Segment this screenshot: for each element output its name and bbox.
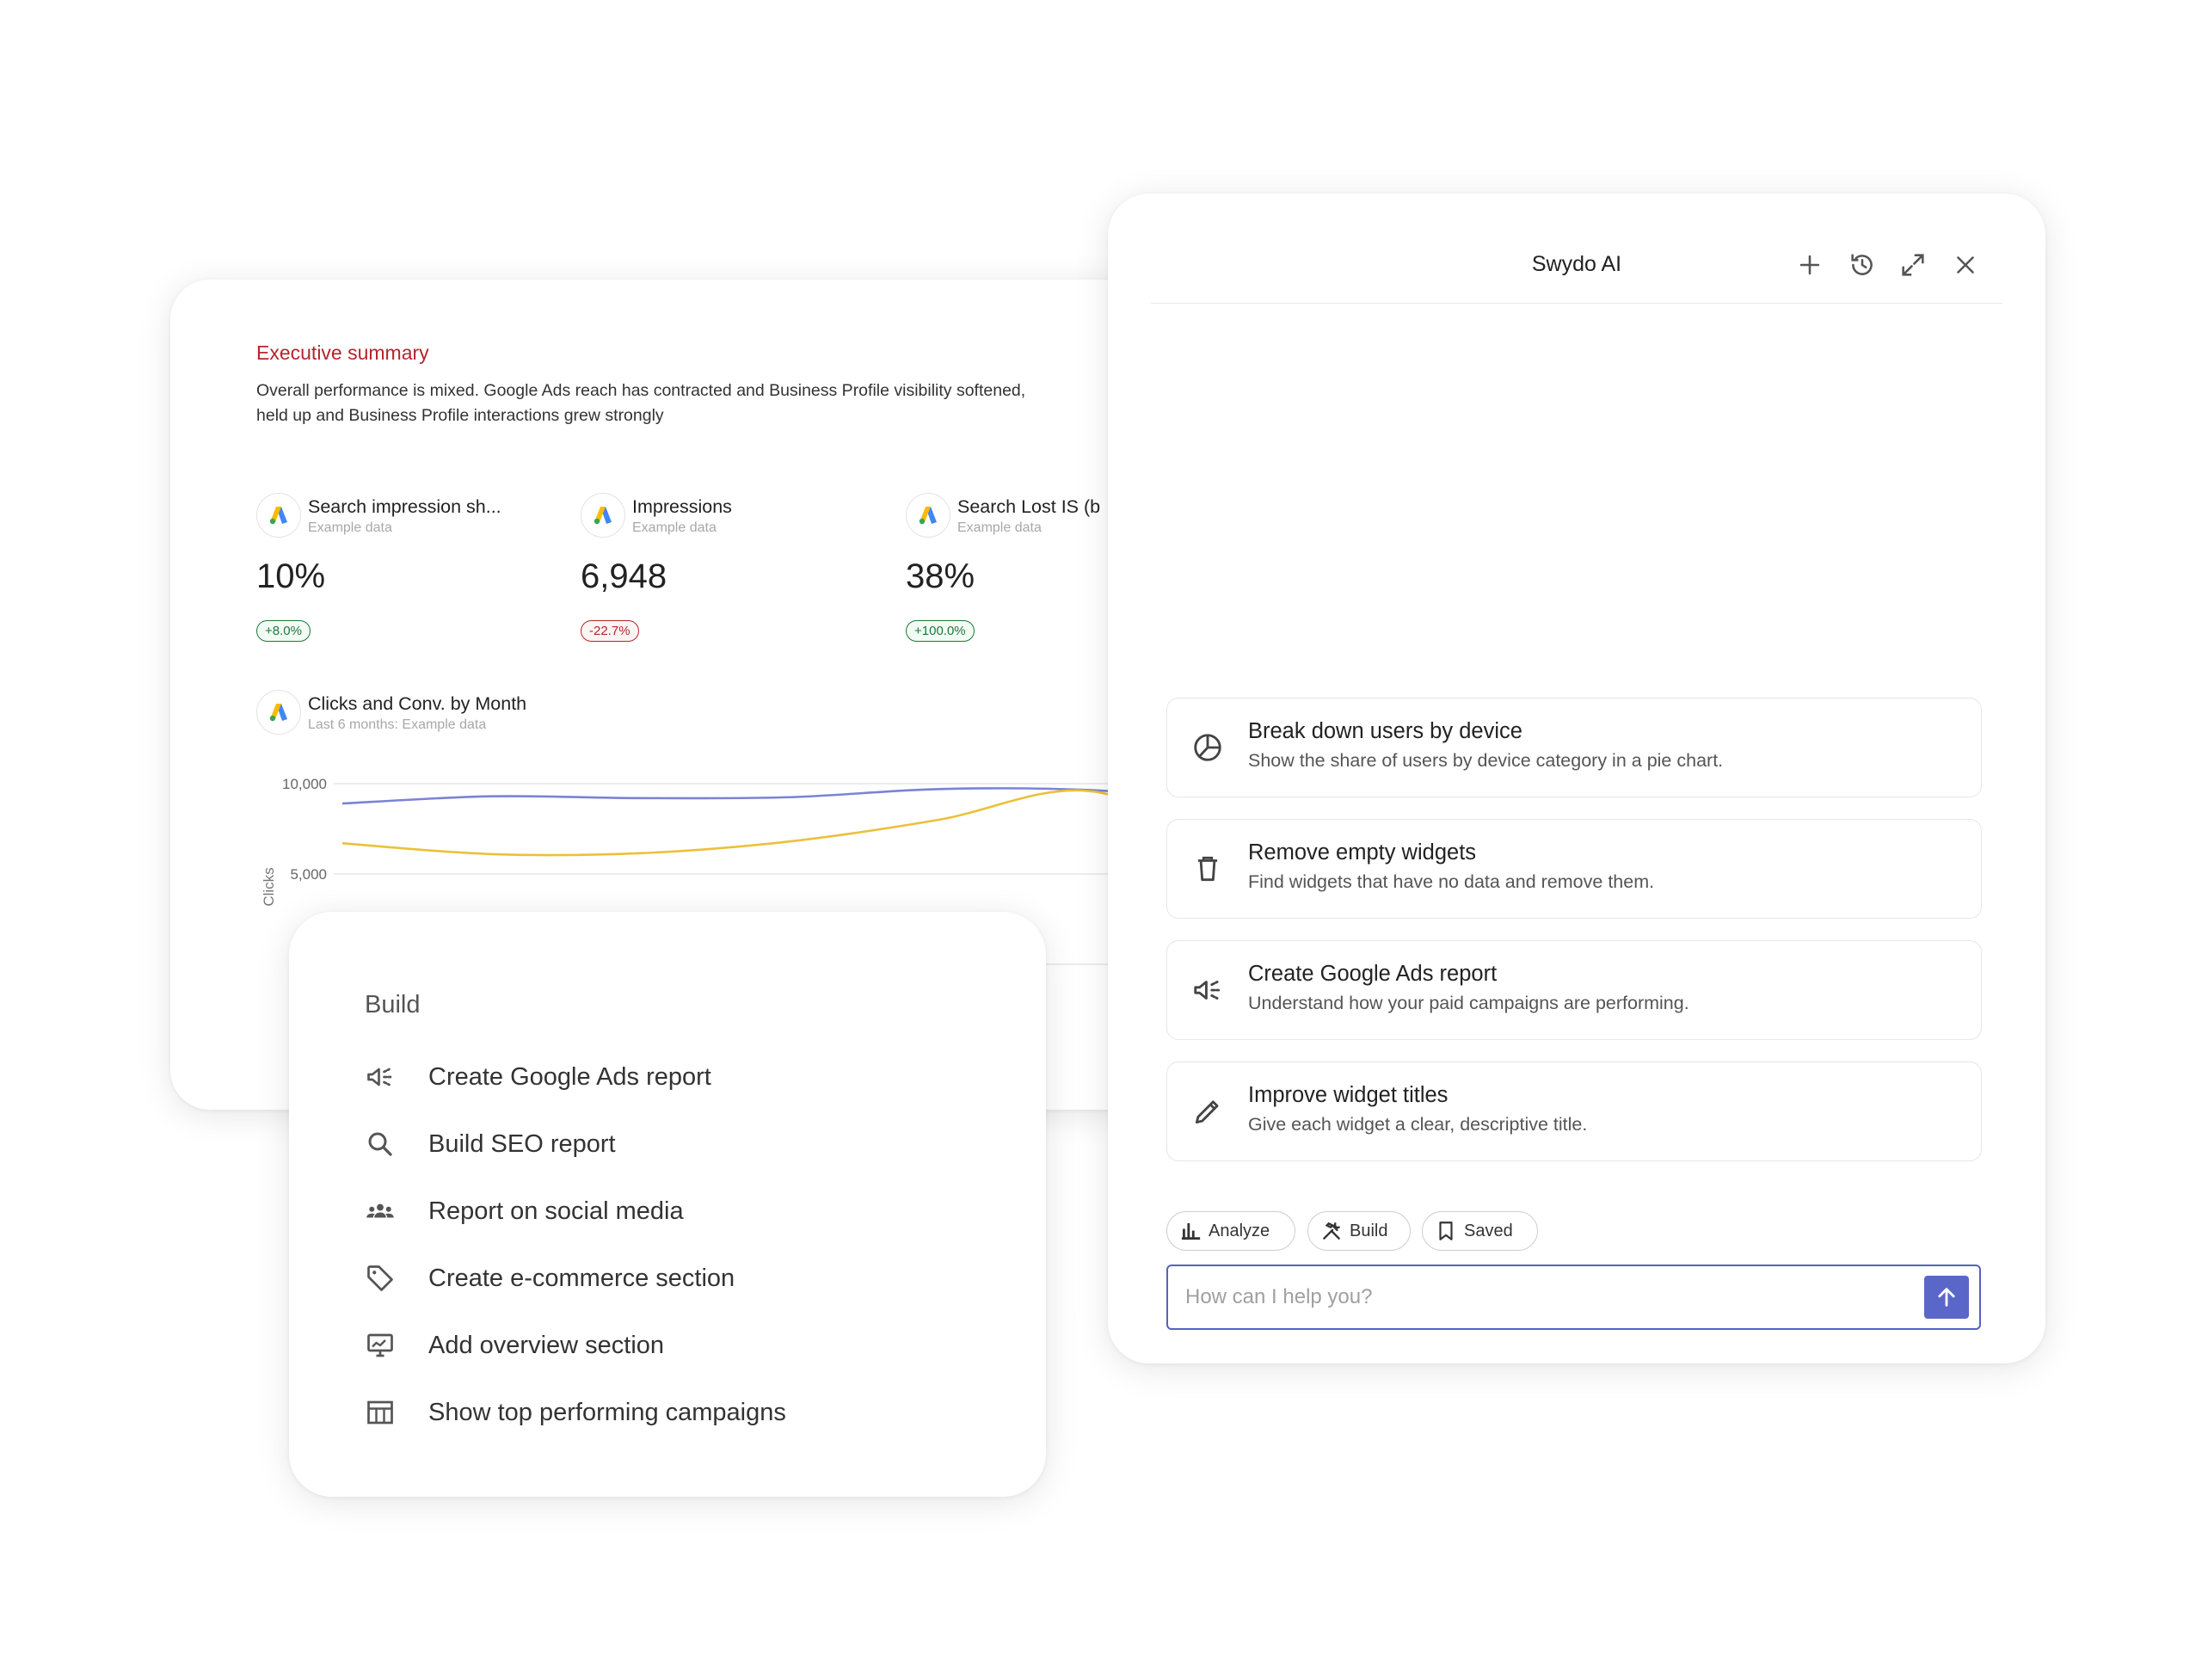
ai-header-divider — [1151, 303, 2002, 304]
metric-name: Search Lost IS (b — [957, 496, 1101, 517]
suggestion-improve-widget-titles[interactable]: Improve widget titles Give each widget a… — [1166, 1062, 1982, 1161]
metric-value: 38% — [906, 557, 975, 595]
suggestion-remove-empty-widgets[interactable]: Remove empty widgets Find widgets that h… — [1166, 819, 1982, 919]
suggestion-create-google-ads-report[interactable]: Create Google Ads report Understand how … — [1166, 940, 1982, 1040]
metric-value: 6,948 — [581, 557, 667, 595]
build-item-social-media[interactable]: Report on social media — [365, 1185, 967, 1237]
build-item-seo-report[interactable]: Build SEO report — [365, 1118, 967, 1170]
suggestion-description: Give each widget a clear, descriptive ti… — [1248, 1114, 1588, 1135]
chart-title: Clicks and Conv. by Month — [308, 693, 527, 714]
build-item-overview-section[interactable]: Add overview section — [365, 1320, 967, 1371]
executive-summary-line-1: Overall performance is mixed. Google Ads… — [256, 381, 1026, 400]
build-menu-card: Build Create Google Ads report Build SEO… — [289, 912, 1046, 1497]
metric-name: Impressions — [632, 496, 732, 517]
build-item-label: Show top performing campaigns — [428, 1399, 786, 1426]
chip-analyze[interactable]: Analyze — [1166, 1211, 1295, 1251]
executive-summary-title: Executive summary — [256, 342, 429, 364]
people-icon — [366, 1203, 394, 1218]
suggestion-title: Create Google Ads report — [1248, 962, 1498, 986]
suggestion-description: Find widgets that have no data and remov… — [1248, 871, 1655, 892]
tag-icon — [367, 1265, 393, 1291]
suggestion-title: Remove empty widgets — [1248, 840, 1477, 865]
suggestion-title: Break down users by device — [1248, 719, 1522, 743]
metric-value: 10% — [256, 557, 326, 595]
google-ads-logo-icon — [906, 493, 950, 538]
metric-change-badge: -22.7% — [581, 620, 639, 642]
chip-label: Saved — [1464, 1222, 1513, 1240]
megaphone-icon — [1194, 981, 1221, 1000]
close-icon[interactable] — [1951, 250, 1980, 280]
ai-prompt-input[interactable] — [1184, 1280, 1875, 1314]
build-item-label: Add overview section — [428, 1332, 665, 1359]
y-axis-label: Clicks — [261, 867, 277, 906]
chip-build[interactable]: Build — [1307, 1211, 1411, 1251]
send-button[interactable] — [1924, 1276, 1969, 1319]
suggestion-break-down-users[interactable]: Break down users by device Show the shar… — [1166, 698, 1982, 797]
suggestion-title: Improve widget titles — [1248, 1083, 1449, 1107]
bookmark-icon — [1439, 1222, 1453, 1240]
ai-prompt-box — [1166, 1265, 1981, 1330]
arrow-up-icon — [1938, 1288, 1955, 1307]
build-item-label: Create e-commerce section — [428, 1265, 735, 1292]
suggestion-description: Understand how your paid campaigns are p… — [1248, 993, 1689, 1013]
tools-icon — [1323, 1222, 1340, 1240]
google-ads-logo-icon — [581, 493, 625, 538]
executive-summary-text: Overall performance is mixed. Google Ads… — [256, 378, 1151, 428]
google-ads-logo-icon — [256, 493, 301, 538]
build-item-top-campaigns[interactable]: Show top performing campaigns — [365, 1387, 967, 1438]
expand-icon[interactable] — [1898, 250, 1928, 280]
trash-icon — [1197, 856, 1218, 882]
pencil-icon — [1195, 1100, 1219, 1124]
pie-chart-icon — [1194, 734, 1221, 761]
megaphone-icon — [367, 1068, 392, 1086]
chart-series-line-2 — [341, 789, 1151, 857]
chart-subtitle: Last 6 months: Example data — [308, 717, 487, 732]
y-tick-label: 5,000 — [290, 866, 327, 883]
new-chat-plus-icon[interactable] — [1795, 250, 1824, 280]
suggestion-description: Show the share of users by device catego… — [1248, 750, 1724, 771]
swydo-ai-panel: Swydo AI Break down users by device Show… — [1108, 194, 2045, 1363]
build-menu-title: Build — [365, 991, 421, 1018]
y-tick-label: 10,000 — [282, 776, 327, 792]
metric-subtitle: Example data — [632, 520, 717, 535]
chip-label: Analyze — [1209, 1222, 1270, 1240]
build-item-label: Build SEO report — [428, 1130, 616, 1158]
metric-subtitle: Example data — [957, 520, 1042, 535]
executive-summary-line-2: held up and Business Profile interaction… — [256, 406, 664, 425]
table-icon — [367, 1400, 393, 1425]
build-item-ecommerce-section[interactable]: Create e-commerce section — [365, 1252, 967, 1304]
chip-label: Build — [1350, 1222, 1388, 1240]
chip-saved[interactable]: Saved — [1422, 1211, 1538, 1251]
build-item-google-ads-report[interactable]: Create Google Ads report — [365, 1051, 967, 1103]
history-icon[interactable] — [1848, 250, 1877, 280]
metric-subtitle: Example data — [308, 520, 392, 535]
build-item-label: Report on social media — [428, 1197, 684, 1225]
search-icon — [368, 1132, 392, 1156]
metric-change-badge: +100.0% — [906, 620, 975, 642]
bar-chart-icon — [1181, 1223, 1201, 1240]
metric-change-badge: +8.0% — [256, 620, 311, 642]
google-ads-logo-icon — [256, 690, 301, 735]
build-item-label: Create Google Ads report — [428, 1063, 711, 1091]
monitor-chart-icon — [367, 1333, 393, 1357]
metric-name: Search impression sh... — [308, 496, 501, 517]
